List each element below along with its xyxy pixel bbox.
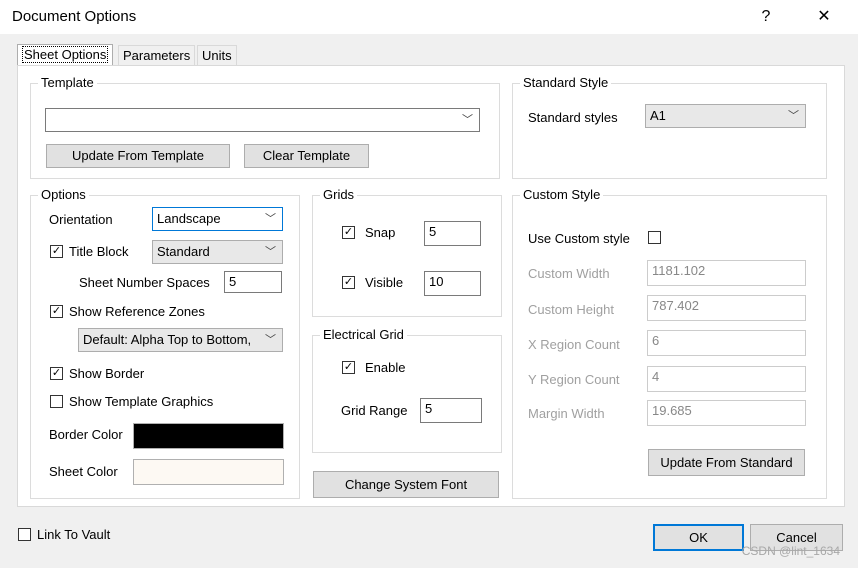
margin-width-label: Margin Width: [528, 406, 605, 421]
use-custom-style-checkbox[interactable]: [648, 231, 661, 244]
reference-zone-style-value: Default: Alpha Top to Bottom,: [83, 332, 252, 347]
tab-parameters[interactable]: Parameters: [118, 45, 196, 66]
custom-height-label: Custom Height: [528, 302, 614, 317]
clear-template-button[interactable]: Clear Template: [244, 144, 369, 168]
y-region-count-label: Y Region Count: [528, 372, 620, 387]
standard-styles-combo[interactable]: A1 ﹀: [645, 104, 806, 128]
chevron-down-icon: ﹀: [265, 334, 276, 346]
border-color-swatch[interactable]: [133, 423, 284, 449]
standard-style-group-label: Standard Style: [520, 75, 612, 90]
grids-group-label: Grids: [320, 187, 358, 202]
standard-style-group: Standard Style: [512, 75, 827, 179]
close-button[interactable]: ✕: [804, 5, 844, 29]
grid-range-label: Grid Range: [341, 403, 408, 418]
show-border-checkbox[interactable]: ✓: [50, 367, 63, 380]
sheet-number-spaces-label: Sheet Number Spaces: [79, 275, 210, 290]
y-region-count-input[interactable]: 4: [647, 366, 806, 392]
sheet-color-swatch[interactable]: [133, 459, 284, 485]
title-block-combo[interactable]: Standard ﹀: [152, 240, 283, 264]
visible-input[interactable]: 10: [424, 271, 481, 296]
x-region-count-label: X Region Count: [528, 337, 620, 352]
tab-sheet-options[interactable]: Sheet Options: [17, 44, 114, 67]
window-title: Document Options: [12, 8, 137, 25]
custom-height-input[interactable]: 787.402: [647, 295, 806, 321]
reference-zone-style-combo[interactable]: Default: Alpha Top to Bottom, ﹀: [78, 328, 283, 352]
grids-group: Grids: [312, 187, 502, 317]
update-from-standard-button[interactable]: Update From Standard: [648, 449, 805, 476]
standard-styles-label: Standard styles: [528, 110, 618, 125]
orientation-label: Orientation: [49, 212, 113, 227]
document-options-dialog: Document Options ? ✕ Sheet Options Param…: [0, 0, 858, 568]
title-block-checkbox[interactable]: ✓: [50, 245, 63, 258]
snap-label: Snap: [365, 225, 396, 240]
sheet-color-label: Sheet Color: [49, 464, 118, 479]
visible-label: Visible: [365, 275, 404, 290]
link-to-vault-checkbox[interactable]: [18, 528, 31, 541]
border-color-label: Border Color: [49, 427, 123, 442]
sheet-number-spaces-input[interactable]: 5: [224, 271, 282, 293]
options-group-label: Options: [38, 187, 89, 202]
orientation-combo[interactable]: Landscape ﹀: [152, 207, 283, 231]
x-region-count-input[interactable]: 6: [647, 330, 806, 356]
title-bar: Document Options ? ✕: [0, 0, 858, 34]
chevron-down-icon: ﹀: [788, 110, 799, 122]
change-system-font-button[interactable]: Change System Font: [313, 471, 499, 498]
custom-width-label: Custom Width: [528, 266, 610, 281]
show-border-label: Show Border: [69, 366, 145, 381]
standard-styles-value: A1: [650, 108, 666, 123]
chevron-down-icon: ﹀: [462, 114, 473, 126]
title-block-label: Title Block: [69, 244, 129, 259]
watermark: CSDN @lint_1634: [741, 544, 840, 558]
snap-checkbox[interactable]: ✓: [342, 226, 355, 239]
show-template-graphics-checkbox[interactable]: [50, 395, 63, 408]
use-custom-style-label: Use Custom style: [528, 231, 630, 246]
custom-width-input[interactable]: 1181.102: [647, 260, 806, 286]
margin-width-input[interactable]: 19.685: [647, 400, 806, 426]
update-from-template-button[interactable]: Update From Template: [46, 144, 230, 168]
tab-units[interactable]: Units: [197, 45, 237, 66]
electrical-grid-enable-checkbox[interactable]: ✓: [342, 361, 355, 374]
template-group-label: Template: [38, 75, 97, 90]
custom-style-group-label: Custom Style: [520, 187, 604, 202]
orientation-value: Landscape: [157, 211, 221, 226]
chevron-down-icon: ﹀: [265, 213, 276, 225]
electrical-grid-enable-label: Enable: [365, 360, 406, 375]
chevron-down-icon: ﹀: [265, 246, 276, 258]
title-block-value: Standard: [157, 244, 210, 259]
electrical-grid-group-label: Electrical Grid: [320, 327, 407, 342]
visible-checkbox[interactable]: ✓: [342, 276, 355, 289]
show-template-graphics-label: Show Template Graphics: [69, 394, 214, 409]
link-to-vault-label: Link To Vault: [37, 527, 111, 542]
snap-input[interactable]: 5: [424, 221, 481, 246]
show-reference-zones-label: Show Reference Zones: [69, 304, 205, 319]
template-combo[interactable]: ﹀: [45, 108, 480, 132]
show-reference-zones-checkbox[interactable]: ✓: [50, 305, 63, 318]
grid-range-input[interactable]: 5: [420, 398, 482, 423]
help-button[interactable]: ?: [746, 5, 786, 29]
ok-button[interactable]: OK: [653, 524, 744, 551]
electrical-grid-group: Electrical Grid: [312, 327, 502, 453]
